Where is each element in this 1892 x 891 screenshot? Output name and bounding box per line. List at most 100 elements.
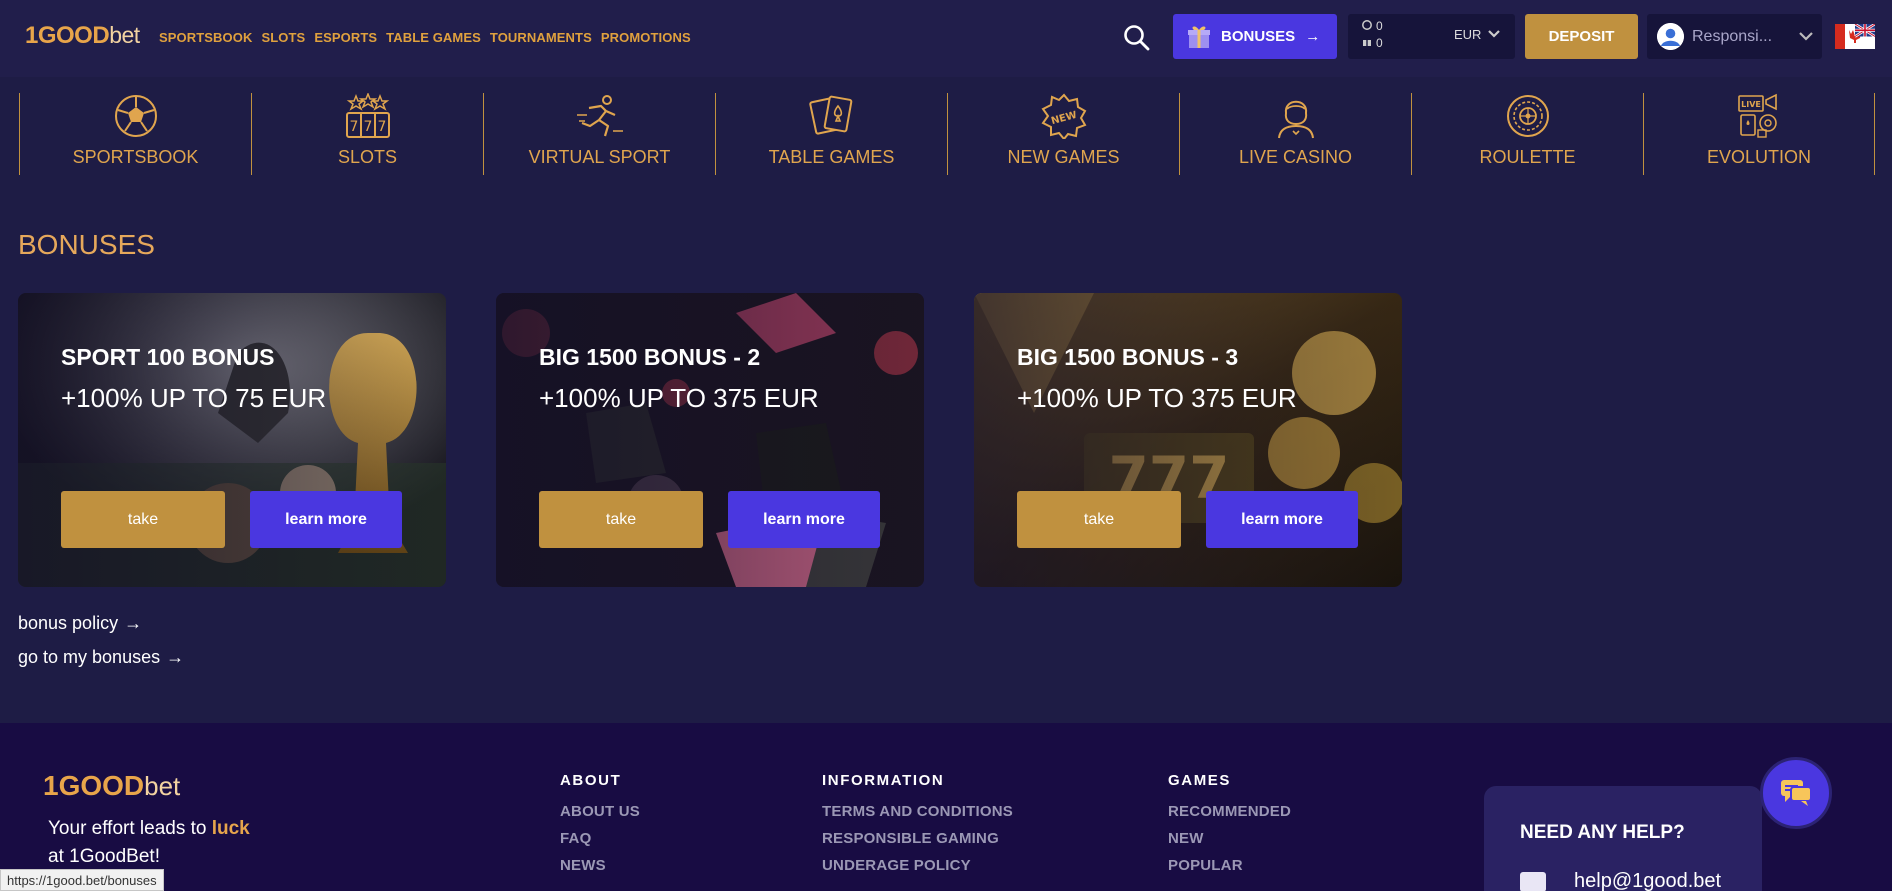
nav-esports[interactable]: ESPORTS	[314, 30, 377, 45]
category-virtual-sport[interactable]: VIRTUAL SPORT	[483, 93, 715, 175]
bonus-card-title: SPORT 100 BONUS	[61, 344, 275, 370]
footer-link-popular[interactable]: POPULAR	[1168, 857, 1291, 874]
category-label: ROULETTE	[1479, 147, 1576, 167]
account-menu[interactable]: Responsi...	[1647, 14, 1822, 59]
footer-about: ABOUT ABOUT US FAQ NEWS	[560, 772, 640, 884]
category-label: VIRTUAL SPORT	[528, 147, 671, 167]
balance-bonus-row: 0	[1362, 36, 1383, 50]
language-flag-icon[interactable]	[1835, 22, 1876, 49]
svg-text:NEW: NEW	[1050, 110, 1078, 127]
currency-select[interactable]: EUR	[1454, 27, 1501, 42]
slogan-line2: at 1GoodBet!	[48, 846, 160, 867]
category-roulette[interactable]: ROULETTE	[1411, 93, 1643, 175]
help-email-link[interactable]: help@1good.bet	[1574, 870, 1721, 891]
deposit-button[interactable]: DEPOSIT	[1525, 14, 1638, 59]
search-icon[interactable]	[1122, 23, 1152, 53]
arrow-right-icon: →	[166, 647, 185, 667]
currency-value: EUR	[1454, 27, 1482, 42]
learn-more-button[interactable]: learn more	[728, 491, 880, 548]
browser-status-url: https://1good.bet/bonuses	[0, 869, 164, 891]
category-label: EVOLUTION	[1706, 147, 1812, 167]
balance-money: 0	[1376, 19, 1383, 33]
category-live-casino[interactable]: LIVE CASINO	[1179, 93, 1411, 175]
balance-widget[interactable]: 0 0 EUR	[1348, 14, 1515, 59]
slot-777-icon: 777	[345, 93, 390, 138]
footer-logo[interactable]: 1GOOD bet	[43, 770, 180, 802]
nav-tournaments[interactable]: TOURNAMENTS	[490, 30, 592, 45]
bonuses-title: BONUSES	[18, 229, 155, 260]
gift-small-icon	[1362, 36, 1372, 50]
take-bonus-button[interactable]: take	[1017, 491, 1181, 548]
footer-link-recommended[interactable]: RECOMMENDED	[1168, 803, 1291, 820]
help-title: NEED ANY HELP?	[1520, 822, 1685, 843]
bonus-card-subtitle: +100% UP TO 75 EUR	[61, 383, 327, 413]
top-header: 1GOOD bet SPORTSBOOK SLOTS ESPORTS TABLE …	[0, 0, 1892, 77]
footer-link-news[interactable]: NEWS	[560, 857, 640, 874]
category-strip: SPORTSBOOK 777 SLOTS VIRTUAL SPORT TABLE…	[19, 93, 1879, 175]
bonus-card-title: BIG 1500 BONUS - 3	[1017, 344, 1239, 370]
bonus-links: bonus policy → go to my bonuses →	[18, 613, 184, 681]
footer-link-responsible-gaming[interactable]: RESPONSIBLE GAMING	[822, 830, 1013, 847]
footer-heading: INFORMATION	[822, 772, 945, 789]
chevron-down-icon	[1487, 27, 1501, 42]
chevron-down-icon	[1798, 28, 1814, 46]
footer-link-faq[interactable]: FAQ	[560, 830, 640, 847]
svg-text:7: 7	[377, 119, 386, 135]
take-bonus-button[interactable]: take	[539, 491, 703, 548]
footer-link-underage-policy[interactable]: UNDERAGE POLICY	[822, 857, 1013, 874]
bonuses-button[interactable]: BONUSES →	[1173, 14, 1337, 59]
bonus-card: BIG 1500 BONUS - 2 +100% UP TO 375 EUR t…	[496, 293, 924, 587]
nav-slots[interactable]: SLOTS	[261, 30, 305, 45]
chat-support-button[interactable]	[1760, 757, 1832, 829]
footer-link-terms[interactable]: TERMS AND CONDITIONS	[822, 803, 1013, 820]
logo-main: 1GOOD	[43, 770, 145, 801]
bonus-card-title: BIG 1500 BONUS - 2	[539, 344, 761, 370]
category-label: LIVE CASINO	[1238, 147, 1353, 167]
slogan-highlight: luck	[211, 818, 250, 839]
nav-table-games[interactable]: TABLE GAMES	[386, 30, 481, 45]
learn-more-button[interactable]: learn more	[250, 491, 402, 548]
category-evolution[interactable]: LIVE EVOLUTION	[1643, 93, 1875, 175]
balance-money-row: 0	[1362, 19, 1383, 33]
logo-main: 1GOOD	[25, 22, 110, 49]
my-bonuses-label: go to my bonuses	[18, 647, 161, 667]
svg-text:7: 7	[363, 119, 372, 135]
nav-promotions[interactable]: PROMOTIONS	[601, 30, 691, 45]
footer-slogan: Your effort leads to luck at 1GoodBet!	[48, 815, 250, 871]
top-nav: SPORTSBOOK SLOTS ESPORTS TABLE GAMES TOU…	[159, 30, 691, 45]
category-label: SLOTS	[337, 147, 398, 167]
footer-link-about-us[interactable]: ABOUT US	[560, 803, 640, 820]
my-bonuses-link[interactable]: go to my bonuses →	[18, 647, 184, 668]
balance-bonus: 0	[1376, 36, 1383, 50]
slogan-prefix: Your effort leads to	[48, 818, 212, 839]
take-bonus-button[interactable]: take	[61, 491, 225, 548]
live-games-icon: LIVE	[1738, 93, 1777, 138]
learn-more-button[interactable]: learn more	[1206, 491, 1358, 548]
bonus-card: 777 BIG 1500 BONUS - 3 +100% UP TO 375 E…	[974, 293, 1402, 587]
coin-icon	[1362, 19, 1372, 33]
nav-sportsbook[interactable]: SPORTSBOOK	[159, 30, 252, 45]
bonus-policy-link[interactable]: bonus policy →	[18, 613, 184, 634]
footer-games: GAMES RECOMMENDED NEW POPULAR	[1168, 772, 1291, 884]
bonus-card: SPORT 100 BONUS +100% UP TO 75 EUR take …	[18, 293, 446, 587]
category-sportsbook[interactable]: SPORTSBOOK	[19, 93, 251, 175]
category-slots[interactable]: 777 SLOTS	[251, 93, 483, 175]
footer-heading: ABOUT	[560, 772, 622, 789]
footer-link-new[interactable]: NEW	[1168, 830, 1291, 847]
roulette-wheel-icon	[1506, 95, 1549, 137]
bonus-policy-label: bonus policy	[18, 613, 119, 633]
account-label: Responsi...	[1692, 27, 1773, 45]
footer-information: INFORMATION TERMS AND CONDITIONS RESPONS…	[822, 772, 1013, 884]
site-logo[interactable]: 1GOOD bet	[25, 22, 140, 50]
logo-suffix: bet	[109, 22, 140, 48]
logo-suffix: bet	[144, 771, 181, 801]
category-new-games[interactable]: NEW NEW GAMES	[947, 93, 1179, 175]
bonus-card-subtitle: +100% UP TO 375 EUR	[1017, 383, 1297, 413]
bonuses-label: BONUSES	[1221, 28, 1296, 45]
bonus-card-subtitle: +100% UP TO 375 EUR	[539, 383, 819, 413]
svg-text:LIVE: LIVE	[1741, 100, 1761, 109]
category-table-games[interactable]: TABLE GAMES	[715, 93, 947, 175]
svg-text:7: 7	[349, 119, 358, 135]
category-label: SPORTSBOOK	[72, 147, 199, 167]
running-athlete-icon	[576, 95, 623, 137]
